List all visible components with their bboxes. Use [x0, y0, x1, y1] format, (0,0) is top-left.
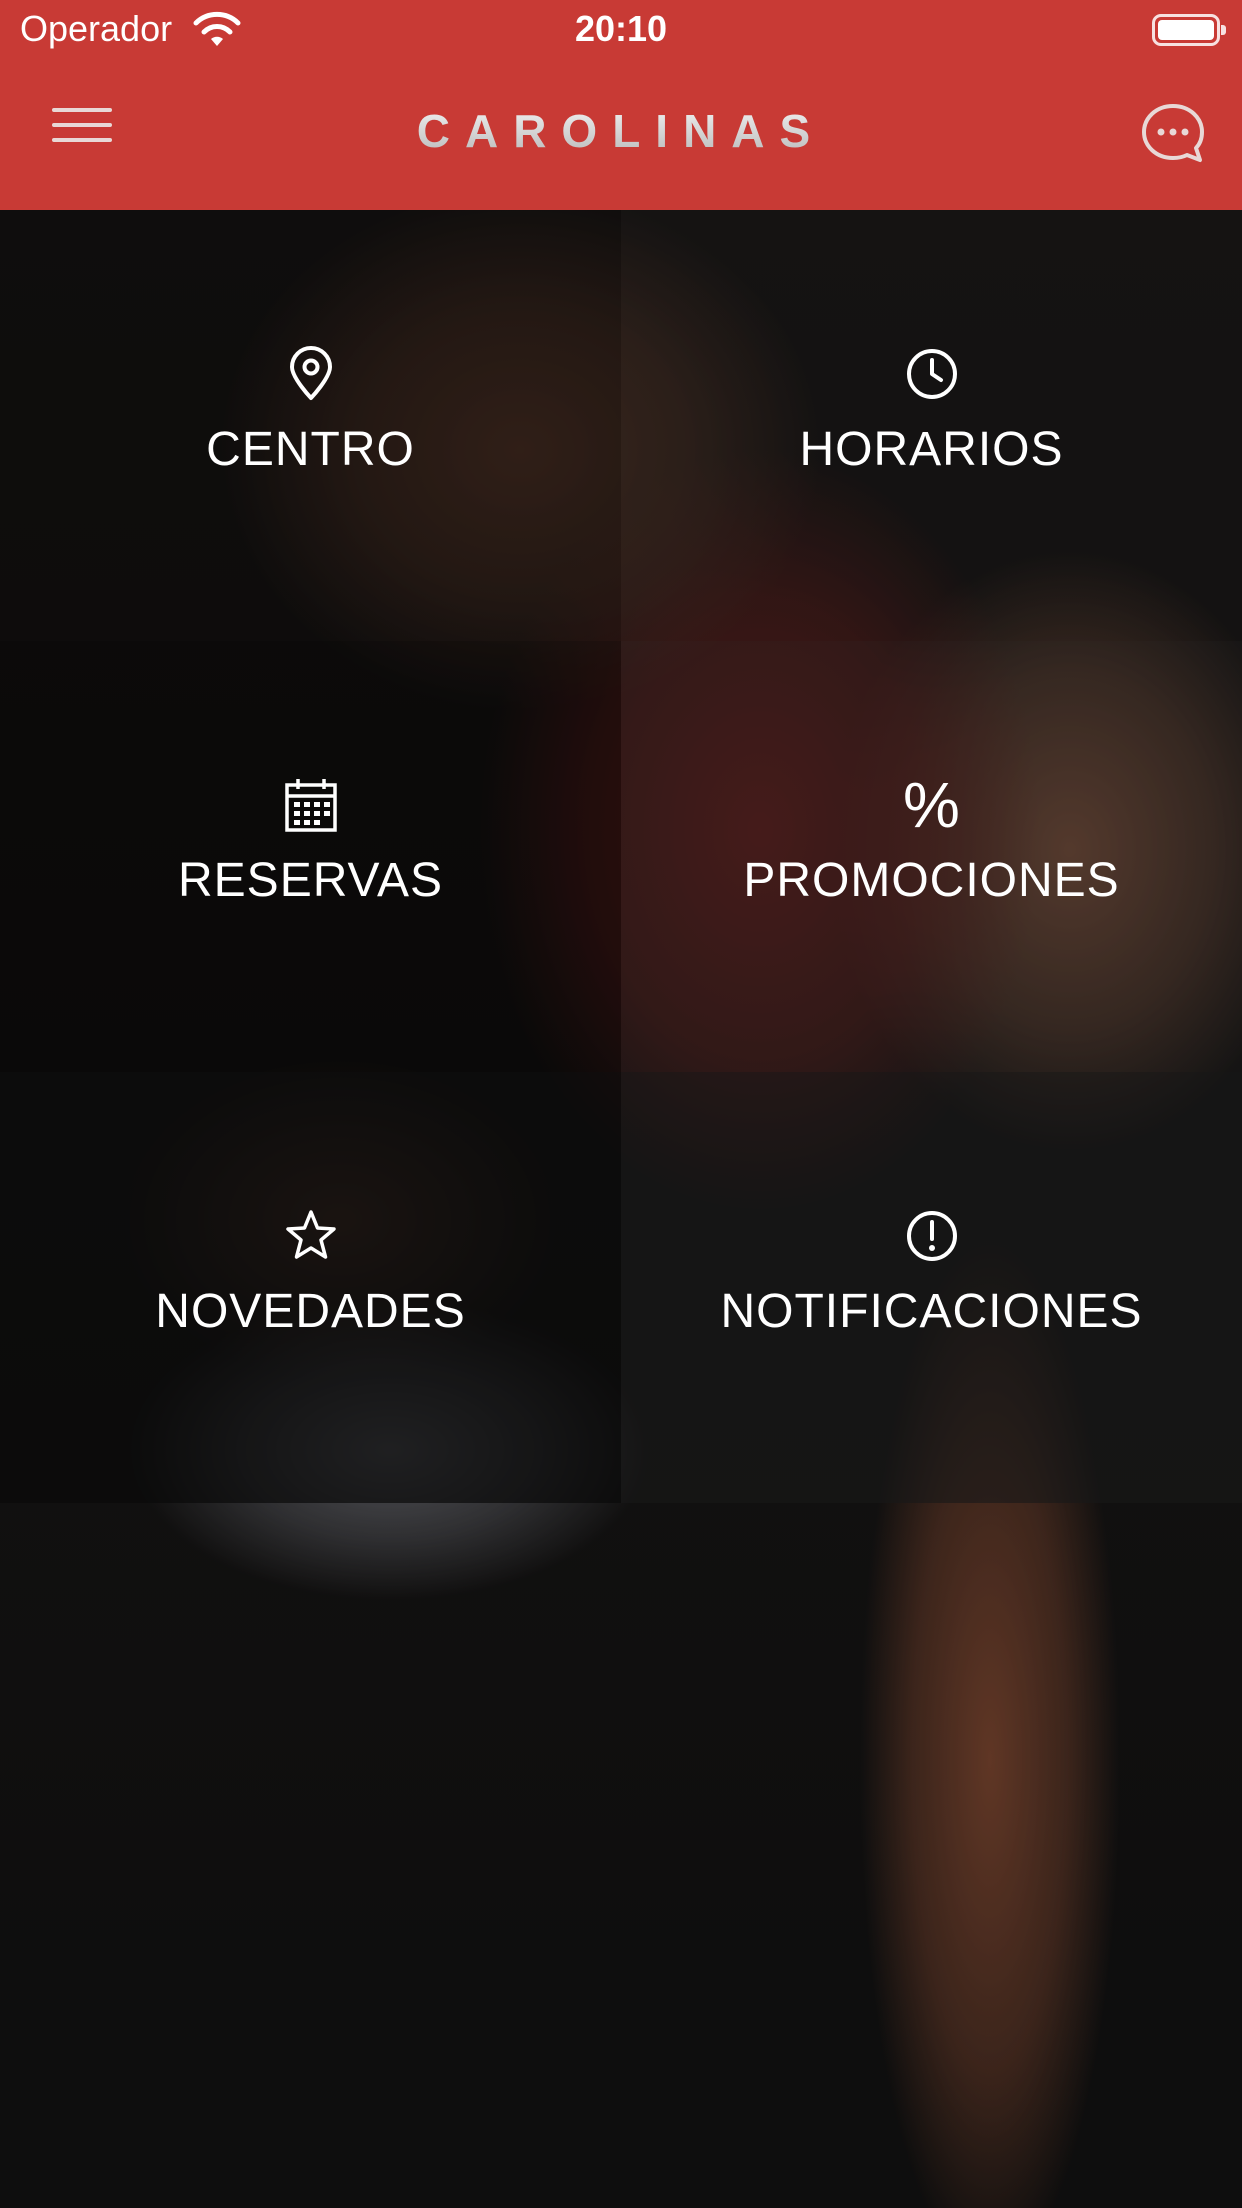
status-time: 20:10	[574, 8, 668, 49]
menu-label-centro: CENTRO	[206, 423, 415, 476]
menu-label-novedades: NOVEDADES	[155, 1285, 466, 1338]
menu-label-horarios: HORARIOS	[799, 423, 1064, 476]
menu-tile-novedades[interactable]: NOVEDADES	[0, 1072, 621, 1503]
menu-grid: CENTRO HORARIOS RESERVAS % PROMOCIONES N…	[0, 210, 1242, 1503]
alert-circle-icon	[906, 1211, 957, 1261]
navigation-bar: CAROLINAS	[0, 62, 1242, 210]
menu-tile-notificaciones[interactable]: NOTIFICACIONES	[621, 1072, 1242, 1503]
menu-label-reservas: RESERVAS	[178, 854, 443, 907]
star-icon	[285, 1210, 336, 1259]
app-screen: Operador 20:10 CAROLINAS CENTRO HORARIOS…	[0, 0, 1242, 2208]
menu-tile-promociones[interactable]: % PROMOCIONES	[621, 641, 1242, 1072]
menu-tile-centro[interactable]: CENTRO	[0, 210, 621, 641]
status-bar: Operador 20:10	[0, 0, 1242, 62]
app-logo: CAROLINAS	[0, 104, 1242, 158]
calendar-icon	[284, 779, 337, 832]
menu-label-notificaciones: NOTIFICACIONES	[720, 1285, 1143, 1338]
clock-icon	[906, 349, 957, 399]
menu-tile-horarios[interactable]: HORARIOS	[621, 210, 1242, 641]
battery-icon	[1152, 14, 1226, 46]
chat-bubble-icon[interactable]	[1140, 102, 1206, 164]
menu-tile-reservas[interactable]: RESERVAS	[0, 641, 621, 1072]
percent-icon: %	[903, 769, 960, 841]
menu-label-promociones: PROMOCIONES	[743, 854, 1120, 907]
location-pin-icon	[289, 346, 332, 400]
top-bar: Operador 20:10 CAROLINAS	[0, 0, 1242, 210]
